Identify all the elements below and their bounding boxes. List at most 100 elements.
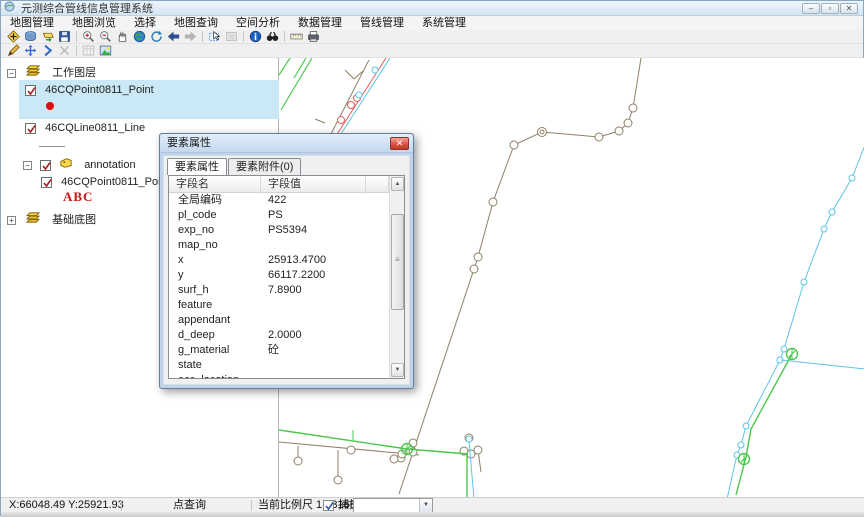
attribute-table-icon[interactable] (80, 44, 97, 57)
identify-icon[interactable] (247, 30, 264, 43)
annotation-symbol-text: ABC (63, 189, 93, 205)
layers-icon[interactable] (22, 30, 39, 43)
line-layer-row[interactable]: 46CQLine0811_Line (25, 121, 145, 136)
field-value: PS5394 (268, 223, 307, 238)
field-row[interactable]: ecc_location (169, 373, 389, 378)
field-row[interactable]: pl_codePS (169, 208, 389, 223)
annotation-layer-checkbox[interactable] (41, 177, 52, 188)
field-row[interactable]: g_material 砼 (169, 343, 389, 358)
move-icon[interactable] (22, 44, 39, 57)
dialog-close-icon[interactable]: ✕ (390, 137, 409, 150)
field-row[interactable]: state (169, 358, 389, 373)
pan-icon[interactable] (114, 30, 131, 43)
minimize-button[interactable]: – (802, 3, 820, 14)
chevron-down-icon[interactable]: ▼ (419, 499, 432, 512)
print-icon[interactable] (305, 30, 322, 43)
line-symbol (39, 146, 65, 147)
collapse-icon[interactable]: − (23, 161, 32, 170)
scroll-down-icon[interactable]: ▼ (391, 363, 404, 377)
dialog-tabs: 要素属性 要素附件(0) (167, 158, 302, 175)
field-row[interactable]: surf_h 7.8900 (169, 283, 389, 298)
point-layer-row[interactable]: 46CQPoint0811_Point (25, 83, 154, 98)
title-bar: 元测综合管线信息管理系统 – ▫ ✕ (1, 1, 863, 16)
field-name: g_material (178, 343, 229, 358)
dialog-title[interactable]: 要素属性 (160, 134, 413, 153)
menu-item[interactable]: 地图管理 (1, 16, 63, 30)
attributes-grid: 字段名 字段值 全局编码422pl_codePSexp_no PS5394map_… (168, 175, 405, 379)
measure-icon[interactable] (288, 30, 305, 43)
back-icon[interactable] (165, 30, 182, 43)
zoom-in-icon[interactable] (80, 30, 97, 43)
save-icon[interactable] (56, 30, 73, 43)
sketch-icon[interactable] (5, 44, 22, 57)
field-name: exp_no (178, 223, 214, 238)
clear-selection-icon[interactable] (223, 30, 240, 43)
field-name: y (178, 268, 184, 283)
menu-item[interactable]: 数据管理 (289, 16, 351, 30)
direction-icon[interactable] (39, 44, 56, 57)
forward-icon[interactable] (182, 30, 199, 43)
menu-item[interactable]: 地图浏览 (63, 16, 125, 30)
full-extent-icon[interactable] (131, 30, 148, 43)
field-name: appendant (178, 313, 230, 328)
field-row[interactable]: 全局编码422 (169, 193, 389, 208)
snap-checkbox[interactable] (323, 500, 334, 511)
column-header-field-value[interactable]: 字段值 (261, 176, 366, 193)
menu-item[interactable]: 管线管理 (351, 16, 413, 30)
field-value: 7.8900 (268, 283, 302, 298)
field-row[interactable]: exp_no PS5394 (169, 223, 389, 238)
annotation-group-row[interactable]: − annotation (23, 157, 136, 172)
field-value: 2.0000 (268, 328, 302, 343)
collapse-icon[interactable]: − (7, 69, 16, 78)
menu-item[interactable]: 地图查询 (165, 16, 227, 30)
scroll-up-icon[interactable]: ▲ (391, 177, 404, 191)
add-data-icon[interactable] (5, 30, 22, 43)
field-row[interactable]: y 66117.2200 (169, 268, 389, 283)
select-features-icon[interactable] (206, 30, 223, 43)
tab-feature-attributes[interactable]: 要素属性 (167, 158, 227, 175)
export-map-icon[interactable] (97, 44, 114, 57)
menu-item[interactable]: 空间分析 (227, 16, 289, 30)
field-name: pl_code (178, 208, 217, 223)
menu-item[interactable]: 系统管理 (413, 16, 475, 30)
app-window: 元测综合管线信息管理系统 – ▫ ✕ 地图管理地图浏览选择地图查询空间分析数据管… (0, 0, 864, 516)
field-value: 25913.4700 (268, 253, 326, 268)
close-button[interactable]: ✕ (840, 3, 858, 14)
field-row[interactable]: x 25913.4700 (169, 253, 389, 268)
dialog-scrollbar[interactable]: ▲ ▼ (389, 176, 404, 378)
tab-feature-attachments[interactable]: 要素附件(0) (228, 158, 301, 175)
field-name: d_deep (178, 328, 215, 343)
add-layer-icon[interactable] (39, 30, 56, 43)
window-title: 元测综合管线信息管理系统 (21, 0, 153, 16)
field-name: surf_h (178, 283, 209, 298)
feature-attributes-dialog: 要素属性 ✕ 要素属性 要素附件(0) 字段名 字段值 全局编码422pl_co… (159, 133, 414, 389)
line-layer-checkbox[interactable] (25, 123, 36, 134)
delete-icon[interactable] (56, 44, 73, 57)
field-row[interactable]: appendant (169, 313, 389, 328)
line-layer-label: 46CQLine0811_Line (45, 122, 145, 134)
field-value: 砼 (268, 343, 279, 358)
annotation-tag-icon (59, 157, 73, 174)
snap-layer-combobox[interactable]: ▼ (353, 498, 433, 513)
tree-root-row[interactable]: − 工作图层 (7, 64, 96, 79)
expand-icon[interactable]: + (7, 216, 16, 225)
find-icon[interactable] (264, 30, 281, 43)
menu-item[interactable]: 选择 (125, 16, 165, 30)
grid-header: 字段名 字段值 (169, 176, 389, 193)
field-row[interactable]: d_deep 2.0000 (169, 328, 389, 343)
layers-group-icon (26, 211, 41, 229)
annotation-checkbox[interactable] (40, 160, 51, 171)
window-bottom-edge (1, 512, 864, 517)
point-layer-checkbox[interactable] (25, 85, 36, 96)
scroll-thumb[interactable] (391, 214, 404, 310)
zoom-out-icon[interactable] (97, 30, 114, 43)
maximize-button[interactable]: ▫ (821, 3, 839, 14)
column-header-field-name[interactable]: 字段名 (169, 176, 261, 193)
field-row[interactable]: feature (169, 298, 389, 313)
grid-rows: 全局编码422pl_codePSexp_no PS5394map_nox 25913… (169, 193, 389, 378)
basemap-row[interactable]: + 基础底图 (7, 211, 96, 226)
field-value: 66117.2200 (268, 268, 325, 283)
field-row[interactable]: map_no (169, 238, 389, 253)
field-name: x (178, 253, 184, 268)
refresh-icon[interactable] (148, 30, 165, 43)
